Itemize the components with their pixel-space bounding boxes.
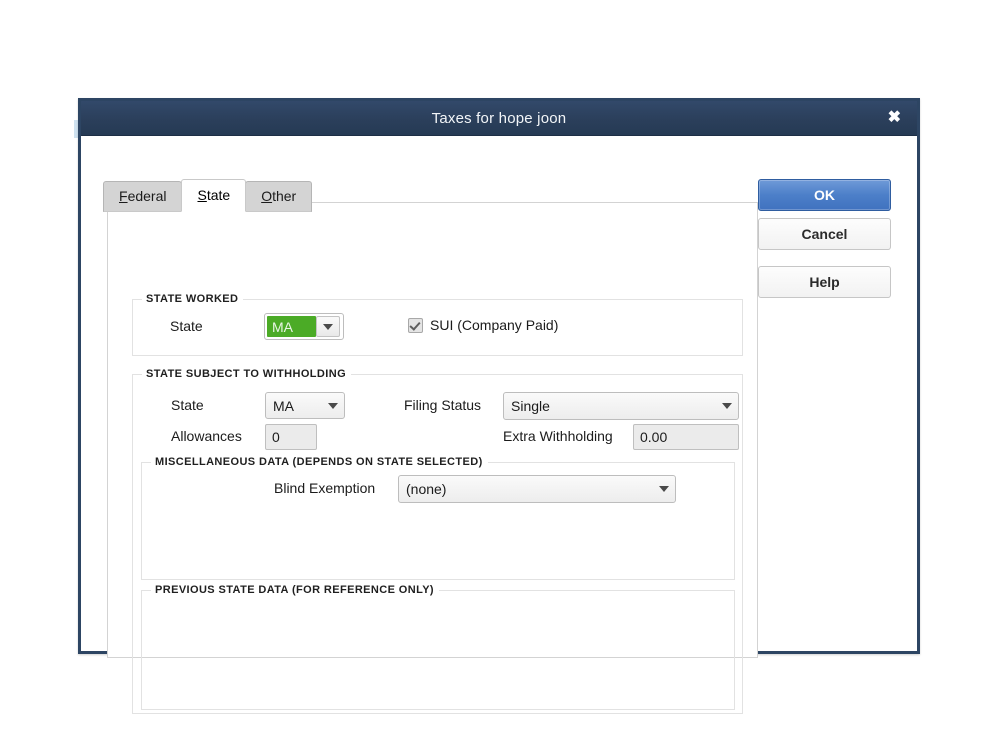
withholding-state-dropdown[interactable]: MA [265, 392, 345, 419]
extra-withholding-value: 0.00 [640, 429, 668, 445]
dialog-body: Federal State Other STATE WORKED State M… [81, 136, 917, 714]
label-withholding-state: State [171, 397, 204, 413]
state-worked-state-dropdown[interactable]: MA [264, 313, 344, 340]
tab-state-label: tate [206, 187, 231, 203]
chevron-down-icon[interactable] [716, 403, 738, 409]
blind-exemption-dropdown[interactable]: (none) [398, 475, 676, 503]
label-extra-withholding: Extra Withholding [503, 428, 613, 444]
blind-exemption-value: (none) [406, 481, 447, 497]
tab-other-mnemonic: O [261, 188, 273, 204]
close-icon[interactable]: ✖ [884, 108, 905, 128]
filing-status-value: Single [511, 398, 550, 414]
label-blind-exemption: Blind Exemption [274, 480, 376, 496]
tab-other-label: ther [272, 188, 297, 204]
tab-state-mnemonic: S [197, 187, 207, 203]
sui-company-paid-label: SUI (Company Paid) [430, 317, 559, 333]
ok-button[interactable]: OK [758, 179, 891, 211]
tab-other[interactable]: Other [245, 181, 313, 213]
chevron-down-icon[interactable] [316, 316, 340, 337]
label-filing-status: Filing Status [404, 397, 482, 413]
group-withholding-title: STATE SUBJECT TO WITHHOLDING [142, 368, 352, 380]
tab-federal-mnemonic: F [119, 188, 128, 204]
filing-status-dropdown[interactable]: Single [503, 392, 739, 420]
cancel-button[interactable]: Cancel [758, 218, 891, 250]
sui-company-paid-checkbox[interactable]: SUI (Company Paid) [408, 317, 558, 333]
taxes-dialog: Taxes for hope joon ✖ Federal State Othe… [78, 98, 920, 714]
allowances-input[interactable]: 0 [265, 424, 317, 450]
dialog-titlebar: Taxes for hope joon ✖ [81, 101, 917, 136]
tab-federal[interactable]: Federal [103, 181, 183, 213]
dialog-title: Taxes for hope joon [431, 109, 567, 127]
chevron-down-icon[interactable] [653, 486, 675, 492]
group-state-subject-to-withholding: STATE SUBJECT TO WITHHOLDING State MA Fi… [132, 368, 743, 714]
tab-content-panel: STATE WORKED State MA SUI (Company Paid)… [107, 202, 758, 714]
group-miscellaneous-data: MISCELLANEOUS DATA (DEPENDS ON STATE SEL… [141, 456, 735, 580]
help-button[interactable]: Help [758, 266, 891, 298]
tabstrip: Federal State Other [103, 179, 313, 213]
extra-withholding-input[interactable]: 0.00 [633, 424, 739, 450]
check-icon [408, 317, 423, 333]
group-previous-state-data-title: PREVIOUS STATE DATA (FOR REFERENCE ONLY) [151, 584, 439, 596]
state-worked-state-value: MA [267, 316, 316, 337]
group-previous-state-data: PREVIOUS STATE DATA (FOR REFERENCE ONLY) [141, 584, 735, 710]
label-allowances: Allowances [171, 428, 242, 444]
allowances-value: 0 [272, 429, 280, 445]
withholding-state-value: MA [273, 397, 294, 414]
group-state-worked-title: STATE WORKED [142, 293, 244, 305]
chevron-down-icon[interactable] [322, 402, 344, 409]
tab-state[interactable]: State [181, 179, 247, 213]
group-miscellaneous-data-title: MISCELLANEOUS DATA (DEPENDS ON STATE SEL… [151, 456, 488, 468]
tab-federal-label: ederal [127, 188, 167, 204]
label-state-worked-state: State [170, 318, 203, 334]
